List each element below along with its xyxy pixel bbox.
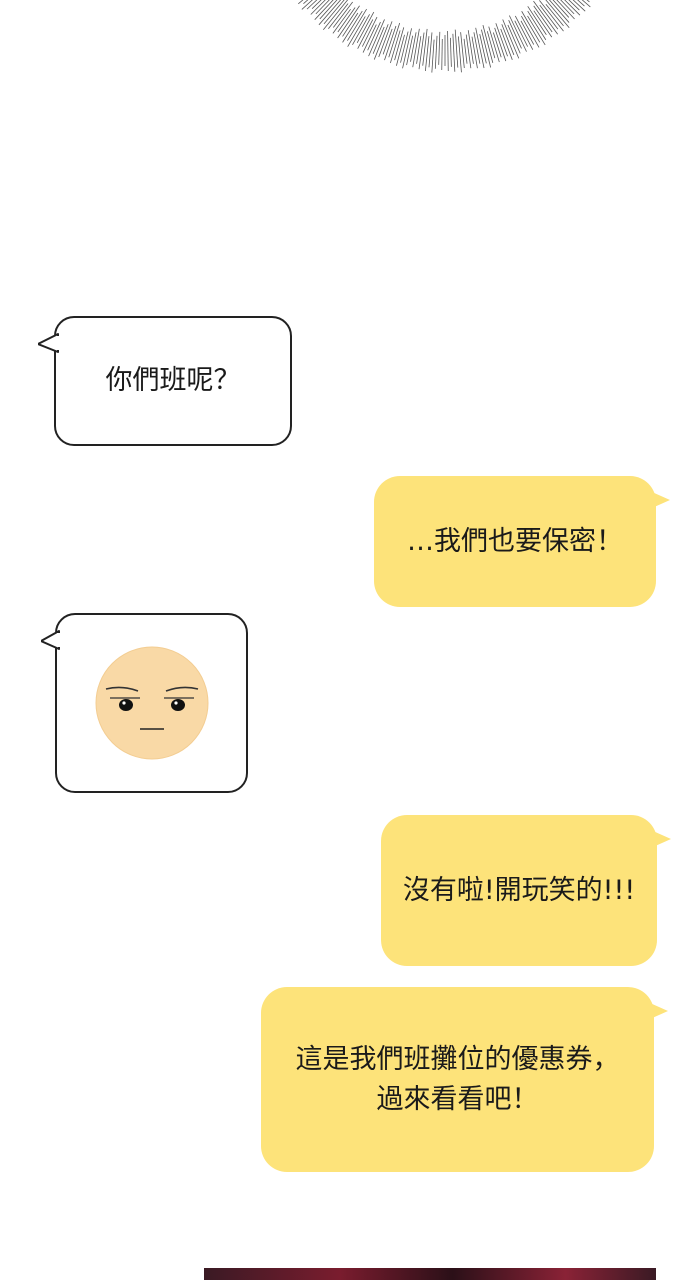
bubble-tail-right [652, 492, 670, 508]
message-line: 過來看看吧！ [376, 1083, 539, 1115]
speed-line [533, 10, 553, 38]
speed-line [577, 0, 585, 7]
speed-line [378, 21, 393, 58]
speed-line [384, 25, 397, 61]
message-bubble-right: …我們也要保密！ [374, 476, 670, 607]
speed-line [479, 34, 487, 64]
next-panel-image [204, 1268, 656, 1280]
speed-line [372, 26, 385, 54]
message-text: 沒有啦!開玩笑的!!! [402, 874, 636, 906]
bubble-tail-right [653, 831, 671, 847]
speed-line [438, 31, 441, 65]
message-bubble-right: 沒有啦!開玩笑的!!! [381, 815, 671, 966]
message-text: …我們也要保密！ [407, 525, 623, 557]
speed-line [441, 38, 443, 70]
speed-line [460, 32, 465, 69]
speed-line [520, 20, 535, 45]
speed-line [457, 36, 462, 73]
speed-line [410, 32, 417, 62]
speed-line [568, 0, 580, 11]
speed-line [507, 24, 521, 54]
speed-line [539, 4, 559, 30]
message-bubble-right: 這是我們班攤位的優惠券， 過來看看吧！ [261, 987, 668, 1172]
speed-line [434, 35, 438, 69]
speed-line [431, 39, 435, 73]
speed-line [428, 32, 433, 68]
speed-line [449, 37, 452, 67]
message-bubble-left: 你們班呢？ [38, 316, 292, 446]
speed-line [463, 38, 468, 64]
message-text: 你們班呢？ [105, 365, 241, 396]
speed-line [545, 3, 564, 27]
speed-line [495, 23, 508, 57]
speed-line [337, 7, 356, 33]
speed-line [332, 8, 351, 34]
speed-line [533, 0, 559, 35]
speed-line [527, 15, 546, 46]
speed-line [406, 35, 414, 66]
speed-line [539, 0, 564, 32]
bubble-tail-left [41, 630, 61, 650]
sticker-bubble-left [41, 613, 248, 793]
speed-line [452, 33, 456, 72]
speed-line [471, 36, 478, 69]
bubble-tail-left [38, 333, 60, 353]
speed-line [454, 29, 459, 68]
speed-line [494, 27, 507, 62]
speed-line [473, 32, 481, 64]
speed-line [500, 28, 513, 60]
speed-line [388, 22, 401, 58]
speed-lines-decoration [298, 0, 591, 73]
speed-line [447, 30, 449, 71]
speed-line [560, 0, 575, 15]
speed-line [467, 30, 474, 64]
message-line: 這是我們班攤位的優惠券， [295, 1043, 620, 1075]
speed-line [501, 24, 515, 56]
speed-line [488, 26, 500, 63]
bubble-tail-right [650, 1003, 668, 1019]
smug-face-icon [95, 646, 208, 760]
